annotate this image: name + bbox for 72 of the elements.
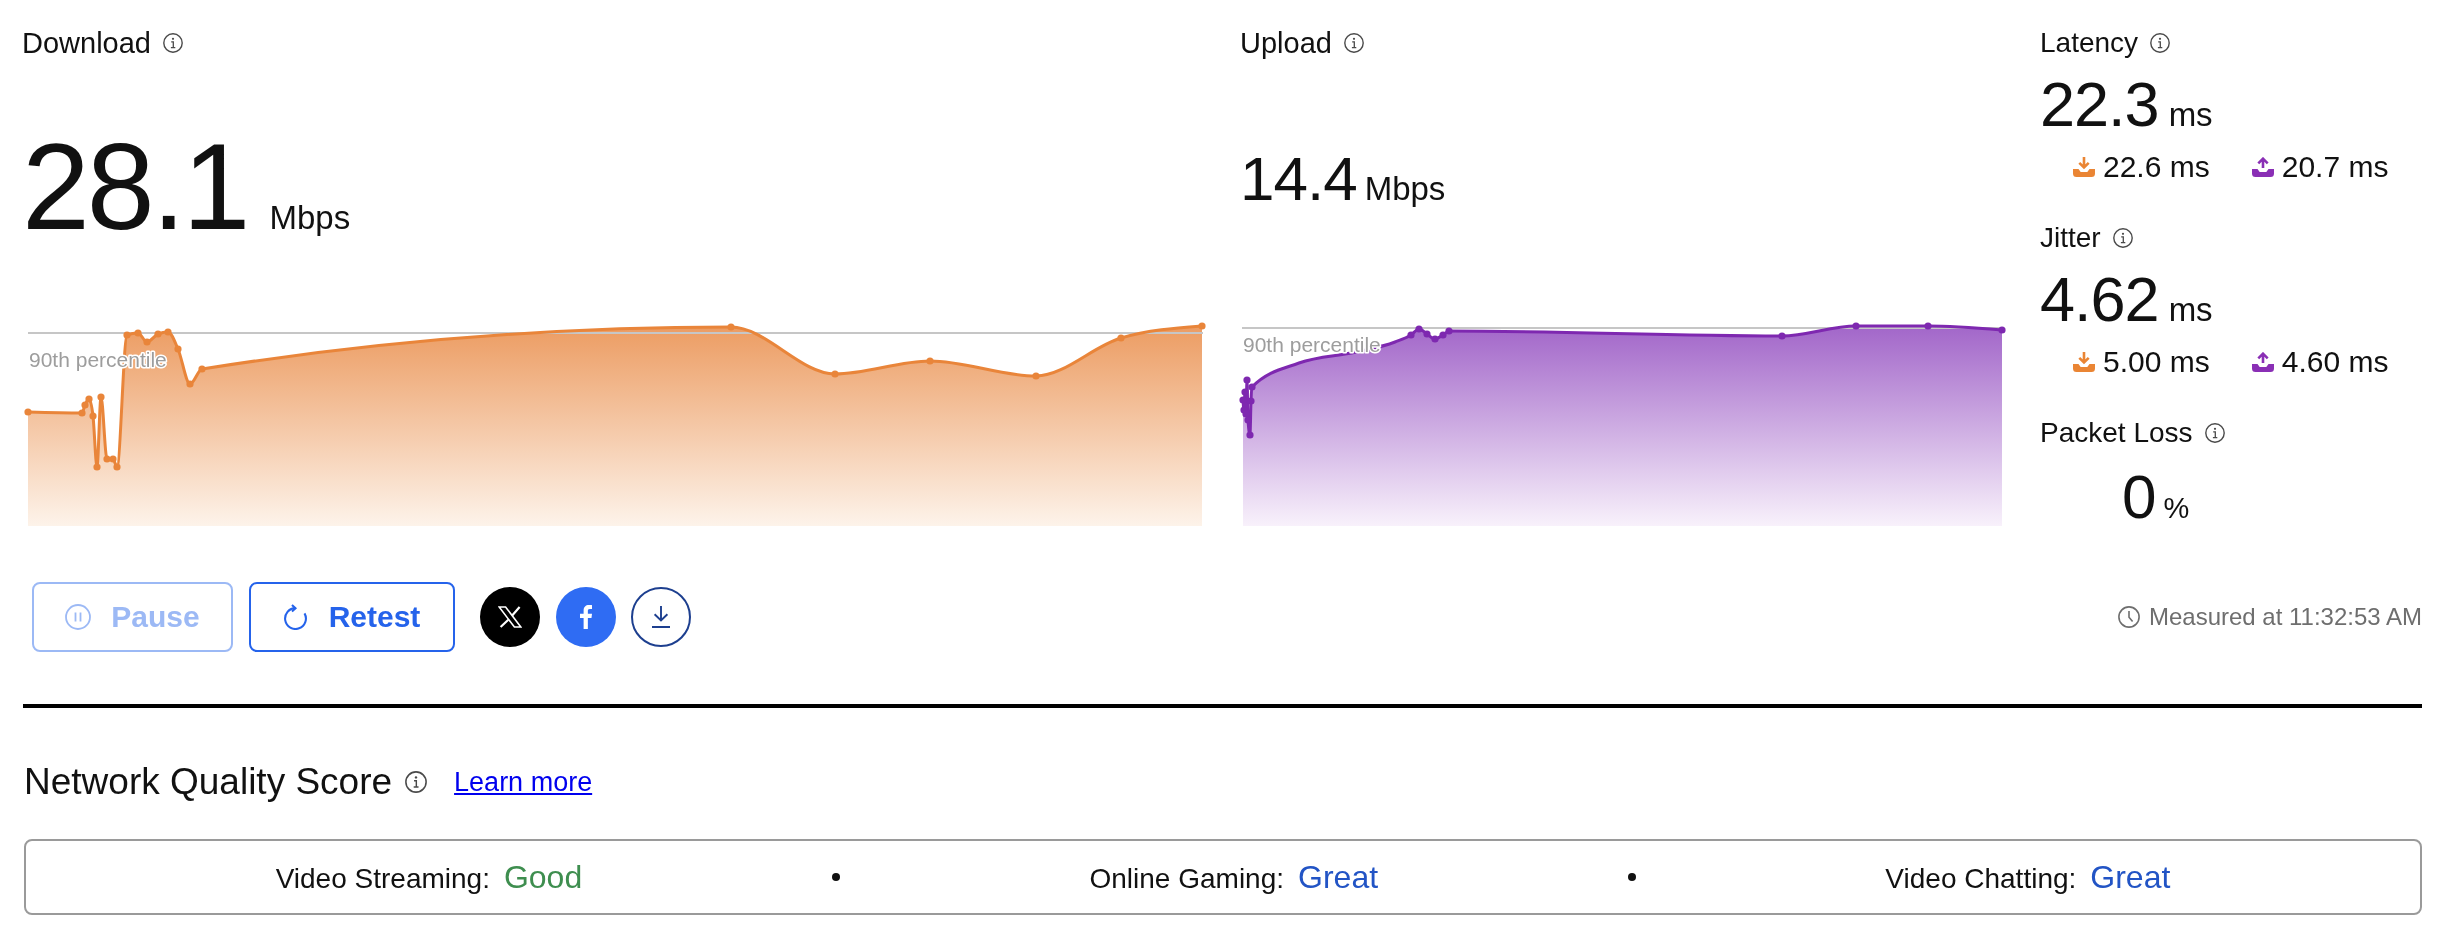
- unit-label: Mbps: [269, 199, 351, 237]
- score-rating: Great: [1298, 858, 1379, 896]
- download-icon: [2073, 352, 2095, 372]
- data-point: [1852, 322, 1860, 330]
- data-point: [727, 323, 735, 331]
- data-point: [198, 365, 206, 373]
- unit-label: ms: [2168, 291, 2213, 329]
- clock-icon: [2117, 606, 2140, 628]
- stat-label: Jitter: [2040, 222, 2101, 254]
- data-point: [1198, 322, 1206, 330]
- data-point: [89, 412, 97, 420]
- speed-value: 14.4: [1240, 148, 1357, 210]
- download-button[interactable]: [631, 587, 691, 647]
- section-title: Network Quality Score: [24, 761, 393, 803]
- f-share-button[interactable]: [556, 587, 616, 647]
- data-point: [1246, 431, 1254, 439]
- unit-label: Mbps: [1364, 170, 1446, 208]
- reading-value: 4.60 ms: [2281, 344, 2389, 380]
- unit-label: %: [2163, 492, 2190, 525]
- dot-icon: [1627, 873, 1636, 881]
- data-point: [154, 330, 162, 338]
- reading-value: 22.6 ms: [2103, 149, 2210, 185]
- x-logo-icon: [498, 606, 522, 628]
- pause-icon: [65, 604, 92, 630]
- percentile-label: 90th percentile: [1243, 333, 1381, 356]
- info-icon[interactable]: [1343, 33, 1364, 53]
- stat-value: 22.3: [2040, 73, 2159, 136]
- data-point: [926, 357, 934, 365]
- stat-value: 4.62: [2040, 268, 2159, 331]
- stat-value: 0: [2122, 466, 2156, 528]
- x-share-button[interactable]: [480, 587, 540, 647]
- data-point: [1778, 332, 1786, 340]
- data-point: [174, 345, 182, 353]
- score-rating: Great: [2090, 858, 2171, 896]
- score-label: Video Streaming:: [275, 862, 490, 895]
- data-point: [1032, 372, 1040, 380]
- info-icon[interactable]: [2150, 33, 2171, 53]
- dot-icon: [831, 873, 840, 881]
- unit-label: ms: [2168, 96, 2213, 134]
- measured-time: Measured at 11:32:53 AM: [2148, 603, 2422, 631]
- score-label: Online Gaming:: [1089, 862, 1285, 895]
- f-logo-icon: [580, 605, 592, 629]
- score-rating: Good: [503, 858, 583, 896]
- data-point: [123, 331, 131, 339]
- data-point: [1117, 334, 1125, 342]
- data-point: [164, 328, 172, 336]
- stat-label: Packet Loss: [2040, 417, 2193, 449]
- metric-label: Upload: [1240, 27, 1332, 59]
- upload-icon: [2251, 157, 2274, 177]
- data-point: [93, 463, 101, 471]
- learn-more-link[interactable]: Learn more: [454, 766, 593, 798]
- reading-value: 5.00 ms: [2103, 344, 2210, 380]
- speed-value: 28.1: [22, 126, 248, 248]
- data-point: [1924, 322, 1932, 330]
- info-icon[interactable]: [163, 33, 183, 53]
- score-label: Video Chatting:: [1885, 862, 2077, 895]
- data-point: [97, 393, 105, 401]
- stat-label: Latency: [2040, 27, 2139, 59]
- reading-value: 20.7 ms: [2281, 149, 2389, 185]
- data-point: [186, 380, 194, 388]
- metric-label: Download: [22, 27, 151, 59]
- download-icon: [651, 606, 671, 628]
- info-icon[interactable]: [2204, 423, 2225, 443]
- info-icon[interactable]: [405, 771, 428, 793]
- data-point: [1998, 326, 2006, 334]
- download-icon: [2073, 157, 2095, 177]
- refresh-icon: [283, 604, 307, 630]
- data-point: [831, 370, 839, 378]
- data-point: [24, 408, 32, 416]
- retest-button[interactable]: Retest: [249, 582, 455, 652]
- info-icon[interactable]: [2112, 228, 2133, 248]
- upload-icon: [2251, 352, 2274, 372]
